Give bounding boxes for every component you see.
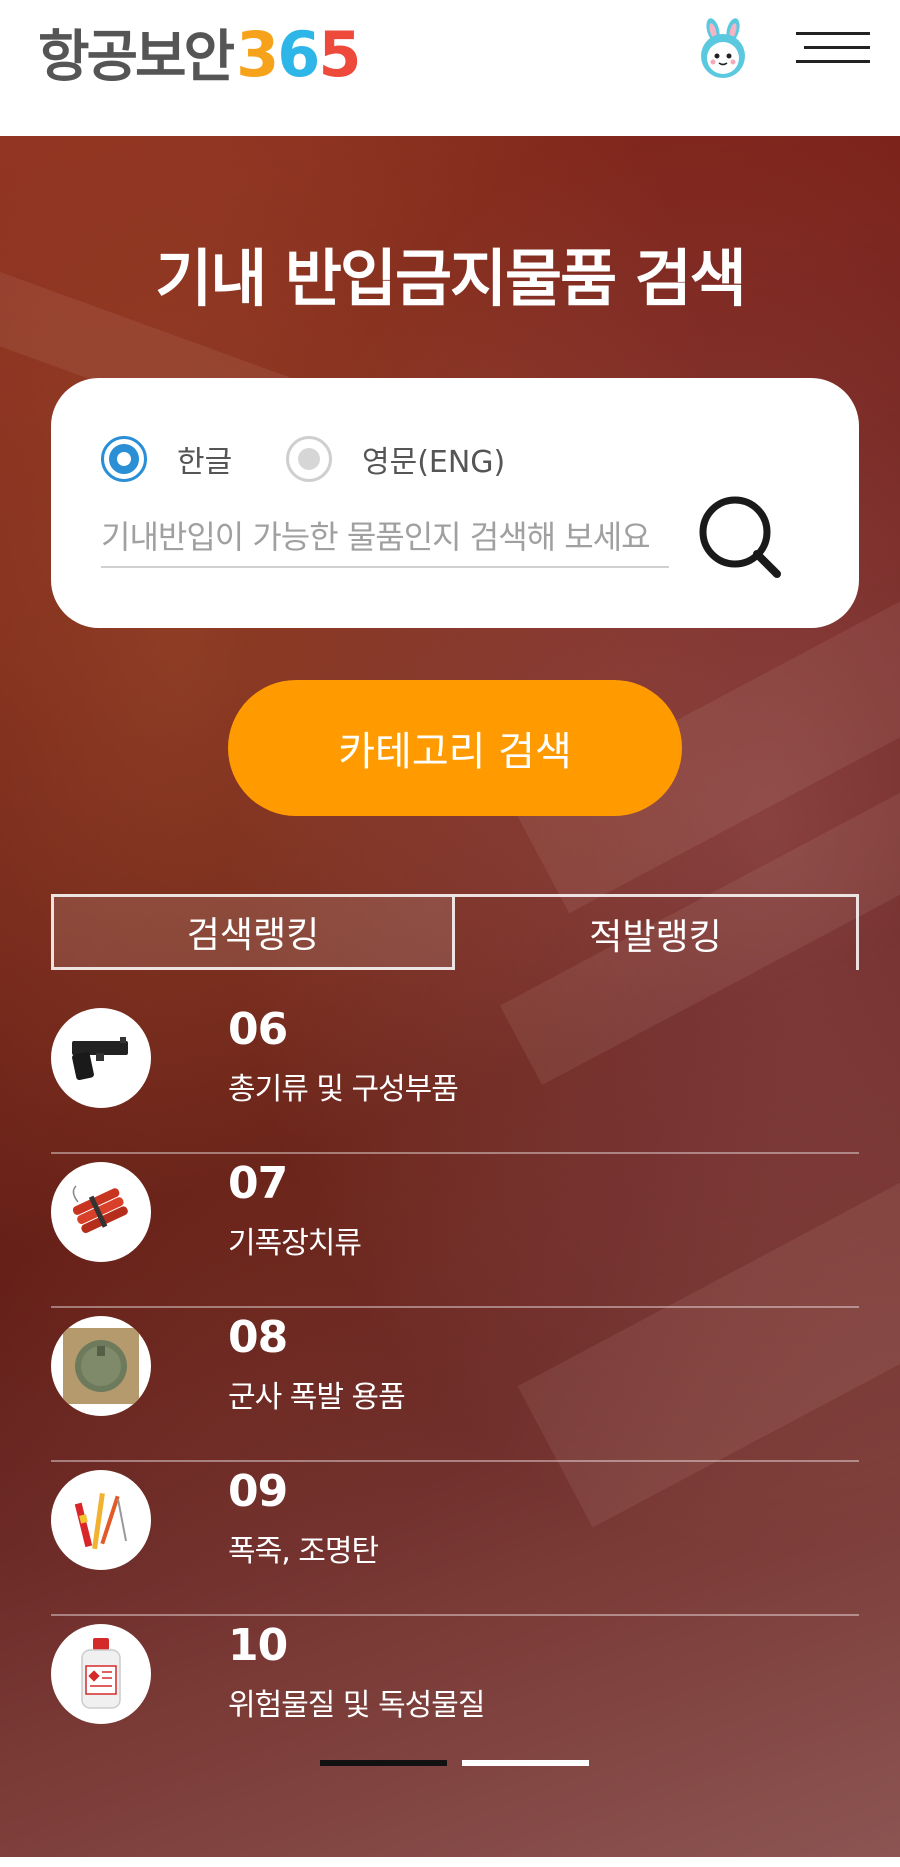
logo[interactable]: 항공보안 365 xyxy=(38,18,362,91)
radio-selected-icon xyxy=(101,436,147,482)
logo-digit: 3 xyxy=(236,18,279,91)
rank-number: 09 xyxy=(228,1466,288,1517)
rank-number: 07 xyxy=(228,1158,288,1209)
ranking-list: 06 총기류 및 구성부품 07 기폭장치류 08 군사 폭발 용품 09 폭죽… xyxy=(51,1000,859,1770)
list-item[interactable]: 07 기폭장치류 xyxy=(51,1154,859,1308)
logo-digit: 6 xyxy=(277,18,320,91)
logo-number: 365 xyxy=(236,18,361,91)
list-item[interactable]: 08 군사 폭발 용품 xyxy=(51,1308,859,1462)
lang-radio-korean[interactable]: 한글 xyxy=(101,436,232,482)
logo-digit: 5 xyxy=(318,18,361,91)
list-item[interactable]: 06 총기류 및 구성부품 xyxy=(51,1000,859,1154)
pagination-indicator-2[interactable] xyxy=(462,1760,589,1766)
logo-text: 항공보안 xyxy=(38,25,235,90)
dynamite-icon xyxy=(51,1162,151,1262)
search-input[interactable] xyxy=(101,508,669,568)
pistol-icon xyxy=(51,1008,151,1108)
radio-label: 한글 xyxy=(177,445,233,480)
tab-detection-ranking[interactable]: 적발랭킹 xyxy=(455,894,859,970)
ranking-tabs: 검색랭킹 적발랭킹 xyxy=(51,894,859,970)
page-title: 기내 반입금지물품 검색 xyxy=(155,242,747,315)
rank-number: 08 xyxy=(228,1312,288,1363)
radio-unselected-icon xyxy=(286,436,332,482)
pagination-indicator-1[interactable] xyxy=(320,1760,447,1766)
app-header: 항공보안 365 xyxy=(0,0,900,136)
rank-item-name: 기폭장치류 xyxy=(228,1226,362,1261)
hamburger-menu-icon[interactable] xyxy=(796,30,870,66)
rank-item-name: 위험물질 및 독성물질 xyxy=(228,1688,485,1723)
search-card: 한글 영문(ENG) xyxy=(51,378,859,628)
rank-item-name: 총기류 및 구성부품 xyxy=(228,1072,459,1107)
bottom-divider xyxy=(0,1857,900,1867)
rank-number: 10 xyxy=(228,1620,288,1671)
rank-number: 06 xyxy=(228,1004,288,1055)
radio-label: 영문(ENG) xyxy=(362,445,506,480)
rank-item-name: 폭죽, 조명탄 xyxy=(228,1534,379,1569)
lang-radio-english[interactable]: 영문(ENG) xyxy=(286,436,505,482)
list-item[interactable]: 10 위험물질 및 독성물질 xyxy=(51,1616,859,1770)
category-search-button[interactable]: 카테고리 검색 xyxy=(228,680,682,816)
landmine-icon xyxy=(51,1316,151,1416)
rank-item-name: 군사 폭발 용품 xyxy=(228,1380,406,1415)
chemical-bottle-icon xyxy=(51,1624,151,1724)
firecracker-icon xyxy=(51,1470,151,1570)
rabbit-mascot-icon[interactable] xyxy=(692,18,754,80)
tab-search-ranking[interactable]: 검색랭킹 xyxy=(51,894,455,970)
list-item[interactable]: 09 폭죽, 조명탄 xyxy=(51,1462,859,1616)
search-icon[interactable] xyxy=(691,488,791,588)
